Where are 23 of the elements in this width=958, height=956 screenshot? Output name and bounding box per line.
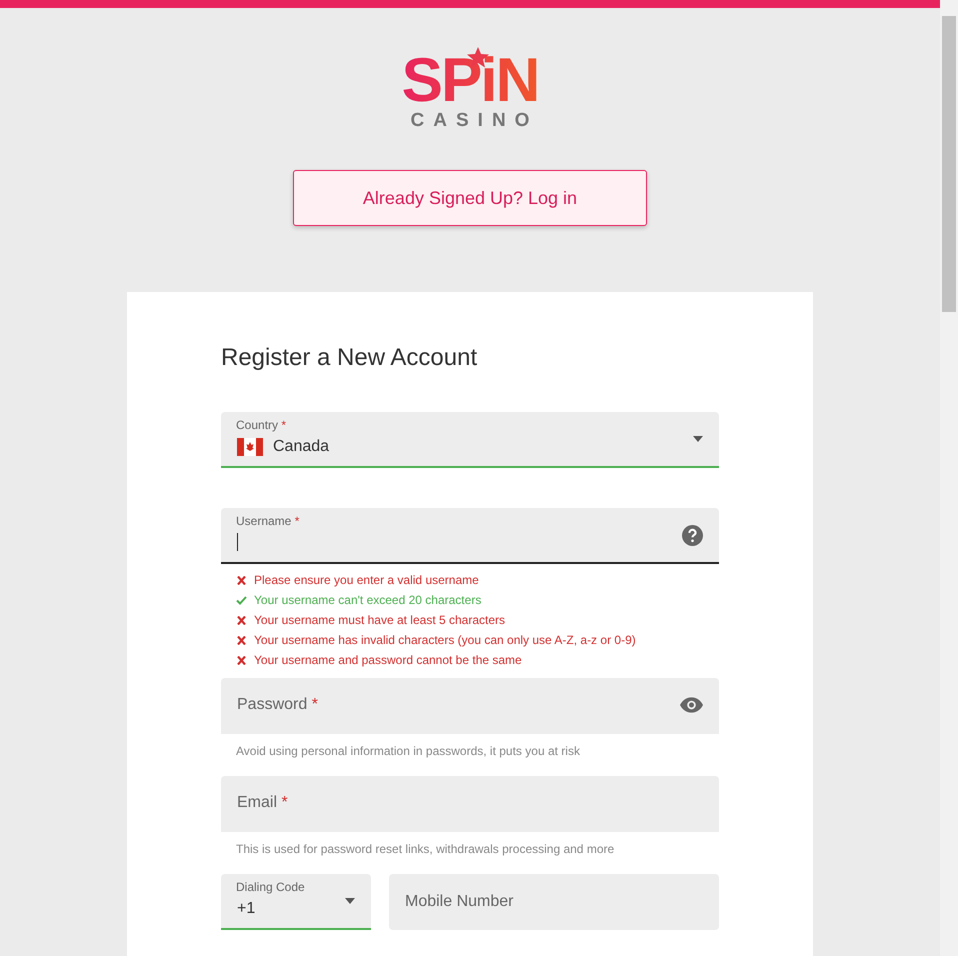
validation-message: Your username can't exceed 20 characters	[254, 592, 482, 608]
password-hint: Avoid using personal information in passwords, it puts you at risk	[235, 743, 581, 760]
validation-message: Please ensure you enter a valid username	[254, 572, 479, 588]
username-field[interactable]: Username *	[221, 508, 719, 564]
login-button[interactable]: Already Signed Up? Log in	[293, 170, 647, 226]
help-icon[interactable]	[682, 524, 703, 546]
email-hint: This is used for password reset links, withdrawals processing and more	[235, 841, 616, 858]
dialing-code-select[interactable]: Dialing Code +1	[221, 874, 371, 930]
dropdown-arrow-icon	[693, 436, 703, 442]
scrollbar[interactable]	[940, 0, 958, 956]
eye-icon[interactable]	[680, 697, 703, 713]
text-cursor	[237, 533, 238, 551]
mobile-number-field[interactable]: Mobile Number	[389, 874, 719, 930]
validation-message: Your username must have at least 5 characters	[254, 612, 506, 628]
password-field[interactable]: Password *	[221, 678, 719, 734]
logo-subtitle: CASINO	[410, 110, 538, 132]
email-field[interactable]: Email *	[221, 776, 719, 832]
validation-message: Your username and password cannot be the same	[254, 652, 522, 668]
country-select[interactable]: Country * Canada	[221, 412, 719, 468]
canada-flag-icon	[237, 438, 263, 456]
dropdown-arrow-icon	[345, 898, 355, 904]
form-title: Register a New Account	[221, 344, 478, 372]
validation-message: Your username has invalid characters (you can only use A-Z, a-z or 0-9)	[254, 632, 636, 648]
